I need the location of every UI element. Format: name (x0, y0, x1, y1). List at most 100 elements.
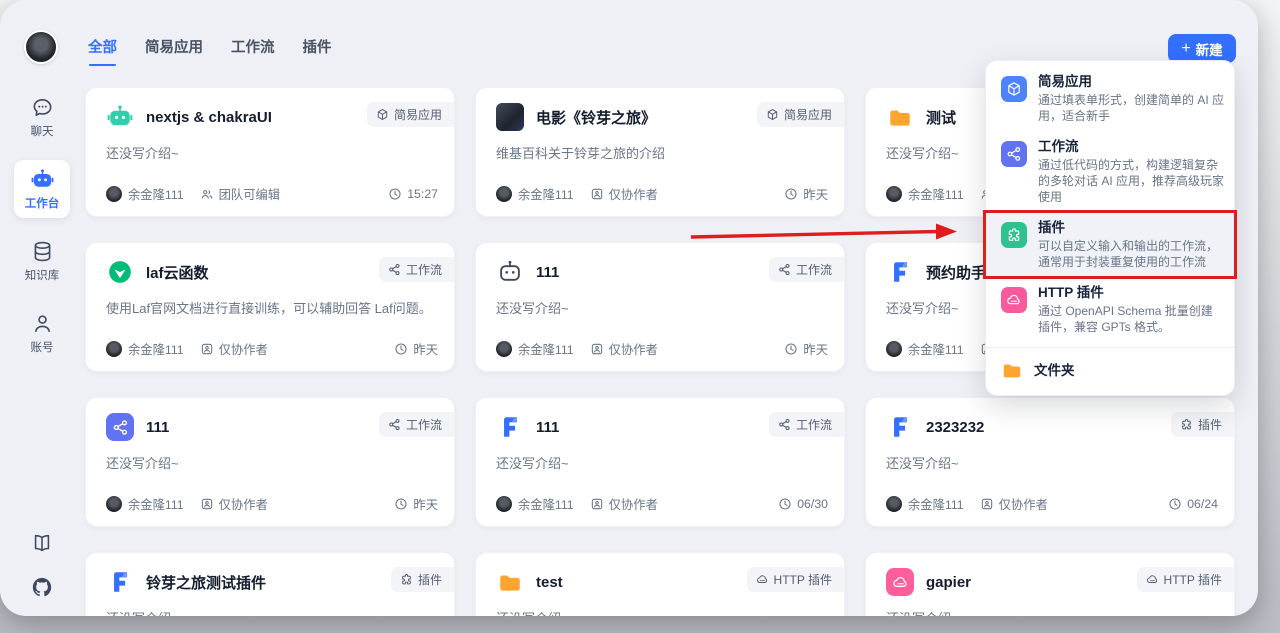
sidebar-item-account[interactable]: 账号 (14, 304, 70, 362)
menu-item-http-plugin[interactable]: HTTP 插件 通过 OpenAPI Schema 批量创建插件，兼容 GPTs… (986, 277, 1234, 342)
app-type-badge: 简易应用 (367, 102, 454, 127)
app-card-111-workflow[interactable]: 111 工作流 还没写介绍~ 余金隆111 仅协作者 昨天 (85, 397, 455, 527)
puzzle-icon (1001, 222, 1027, 248)
update-time: 06/24 (1187, 497, 1218, 511)
permission-label: 仅协作者 (609, 495, 658, 513)
book-icon[interactable] (31, 532, 53, 554)
collaborator-icon (200, 342, 214, 356)
fastgpt-logo-icon (886, 413, 914, 441)
sidebar-item-workspace[interactable]: 工作台 (14, 160, 70, 218)
folder-icon (1001, 359, 1023, 381)
tab-simple-app[interactable]: 简易应用 (145, 36, 203, 66)
app-card-laf[interactable]: laf云函数 工作流 使用Laf官网文档进行直接训练，可以辅助回答 Laf问题。… (85, 242, 455, 372)
card-footer: 余金隆111 仅协作者 昨天 (106, 495, 438, 513)
sidebar-item-knowledge[interactable]: 知识库 (14, 232, 70, 290)
app-description: 还没写介绍~ (476, 441, 844, 472)
owner-name: 余金隆111 (908, 340, 964, 358)
menu-item-desc: 通过低代码的方式，构建逻辑复杂的多轮对话 AI 应用，推荐高级玩家使用 (1038, 157, 1224, 205)
create-new-button[interactable]: + 新建 (1168, 34, 1236, 63)
card-footer: 余金隆111 仅协作者 昨天 (106, 340, 438, 358)
owner-avatar (886, 186, 902, 202)
app-card-111-robot[interactable]: 111 工作流 还没写介绍~ 余金隆111 仅协作者 昨天 (475, 242, 845, 372)
workflow-icon (778, 263, 791, 276)
workflow-app-icon (106, 413, 134, 441)
owner-avatar (106, 341, 122, 357)
sidebar-item-chat[interactable]: 聊天 (14, 88, 70, 146)
owner-name: 余金隆111 (518, 340, 574, 358)
app-title: laf云函数 (146, 262, 209, 283)
app-type-badge: 插件 (391, 567, 454, 592)
movie-poster-icon (496, 103, 524, 131)
app-card-2323232[interactable]: 2323232 插件 还没写介绍~ 余金隆111 仅协作者 06/24 (865, 397, 1235, 527)
app-description: 还没写介绍~ (476, 286, 844, 317)
clock-icon (784, 187, 798, 201)
app-card-nextjs-chakraui[interactable]: nextjs & chakraUI 简易应用 还没写介绍~ 余金隆111 团队可… (85, 87, 455, 217)
menu-item-title: HTTP 插件 (1038, 284, 1224, 301)
permission-label: 仅协作者 (219, 495, 268, 513)
app-description: 还没写介绍~ (86, 131, 454, 162)
clock-icon (394, 497, 408, 511)
app-title: 2323232 (926, 419, 984, 436)
update-time: 15:27 (407, 187, 438, 201)
collaborator-icon (590, 342, 604, 356)
sidebar-item-label: 工作台 (25, 195, 60, 211)
app-title: test (536, 574, 563, 591)
menu-item-workflow[interactable]: 工作流 通过低代码的方式，构建逻辑复杂的多轮对话 AI 应用，推荐高级玩家使用 (986, 131, 1234, 212)
menu-item-desc: 通过 OpenAPI Schema 批量创建插件，兼容 GPTs 格式。 (1038, 303, 1224, 335)
tab-all[interactable]: 全部 (88, 36, 117, 66)
app-title: 111 (536, 419, 559, 436)
app-card-gapier[interactable]: gapier HTTP 插件 还没写介绍~ (865, 552, 1235, 616)
app-type-badge: 工作流 (769, 412, 844, 437)
fastgpt-logo-icon (496, 413, 524, 441)
app-type-tabs: 全部 简易应用 工作流 插件 (88, 36, 332, 66)
app-title: 111 (536, 264, 559, 281)
menu-item-title: 插件 (1038, 219, 1224, 236)
app-type-badge: 工作流 (379, 412, 454, 437)
app-description: 还没写介绍~ (476, 596, 844, 616)
app-title: 预约助手 (926, 262, 986, 283)
owner-avatar (496, 496, 512, 512)
app-description: 还没写介绍~ (866, 596, 1234, 616)
permission-label: 仅协作者 (219, 340, 268, 358)
cube-icon (766, 108, 779, 121)
menu-item-simple-app[interactable]: 简易应用 通过填表单形式，创建简单的 AI 应用，适合新手 (986, 66, 1234, 131)
update-time: 昨天 (413, 340, 438, 358)
sidebar-item-label: 账号 (31, 339, 54, 355)
sidebar-item-label: 知识库 (25, 267, 60, 283)
create-new-label: 新建 (1196, 39, 1223, 59)
github-icon[interactable] (31, 576, 53, 598)
clock-icon (388, 187, 402, 201)
owner-avatar (106, 496, 122, 512)
card-footer: 余金隆111 团队可编辑 15:27 (106, 185, 438, 203)
owner-name: 余金隆111 (128, 340, 184, 358)
team-icon (200, 187, 214, 201)
folder-icon (886, 103, 914, 131)
plus-icon: + (1181, 41, 1190, 57)
app-description: 维基百科关于铃芽之旅的介绍 (476, 131, 844, 162)
robot-icon (31, 168, 54, 191)
puzzle-icon (400, 573, 413, 586)
menu-item-folder[interactable]: 文件夹 (986, 348, 1234, 389)
app-card-suzume-test-plugin[interactable]: 铃芽之旅测试插件 插件 还没写介绍~ (85, 552, 455, 616)
owner-avatar (886, 496, 902, 512)
app-card-111-fastgpt[interactable]: 111 工作流 还没写介绍~ 余金隆111 仅协作者 06/30 (475, 397, 845, 527)
app-title: 电影《铃芽之旅》 (536, 107, 656, 128)
card-footer: 余金隆111 仅协作者 昨天 (496, 340, 828, 358)
tab-plugin[interactable]: 插件 (303, 36, 332, 66)
app-card-suzume-movie[interactable]: 电影《铃芽之旅》 简易应用 维基百科关于铃芽之旅的介绍 余金隆111 仅协作者 … (475, 87, 845, 217)
robot-app-icon (106, 103, 134, 131)
user-icon (31, 312, 54, 335)
app-card-test-http[interactable]: test HTTP 插件 还没写介绍~ (475, 552, 845, 616)
owner-name: 余金隆111 (128, 495, 184, 513)
user-avatar[interactable] (24, 30, 58, 64)
app-type-badge: 工作流 (379, 257, 454, 282)
permission-label: 仅协作者 (609, 340, 658, 358)
update-time: 昨天 (803, 340, 828, 358)
update-time: 昨天 (803, 185, 828, 203)
owner-avatar (106, 186, 122, 202)
update-time: 昨天 (413, 495, 438, 513)
menu-item-plugin[interactable]: 插件 可以自定义输入和输出的工作流，通常用于封装重复使用的工作流 (986, 212, 1234, 277)
clock-icon (1168, 497, 1182, 511)
clock-icon (784, 342, 798, 356)
tab-workflow[interactable]: 工作流 (231, 36, 275, 66)
